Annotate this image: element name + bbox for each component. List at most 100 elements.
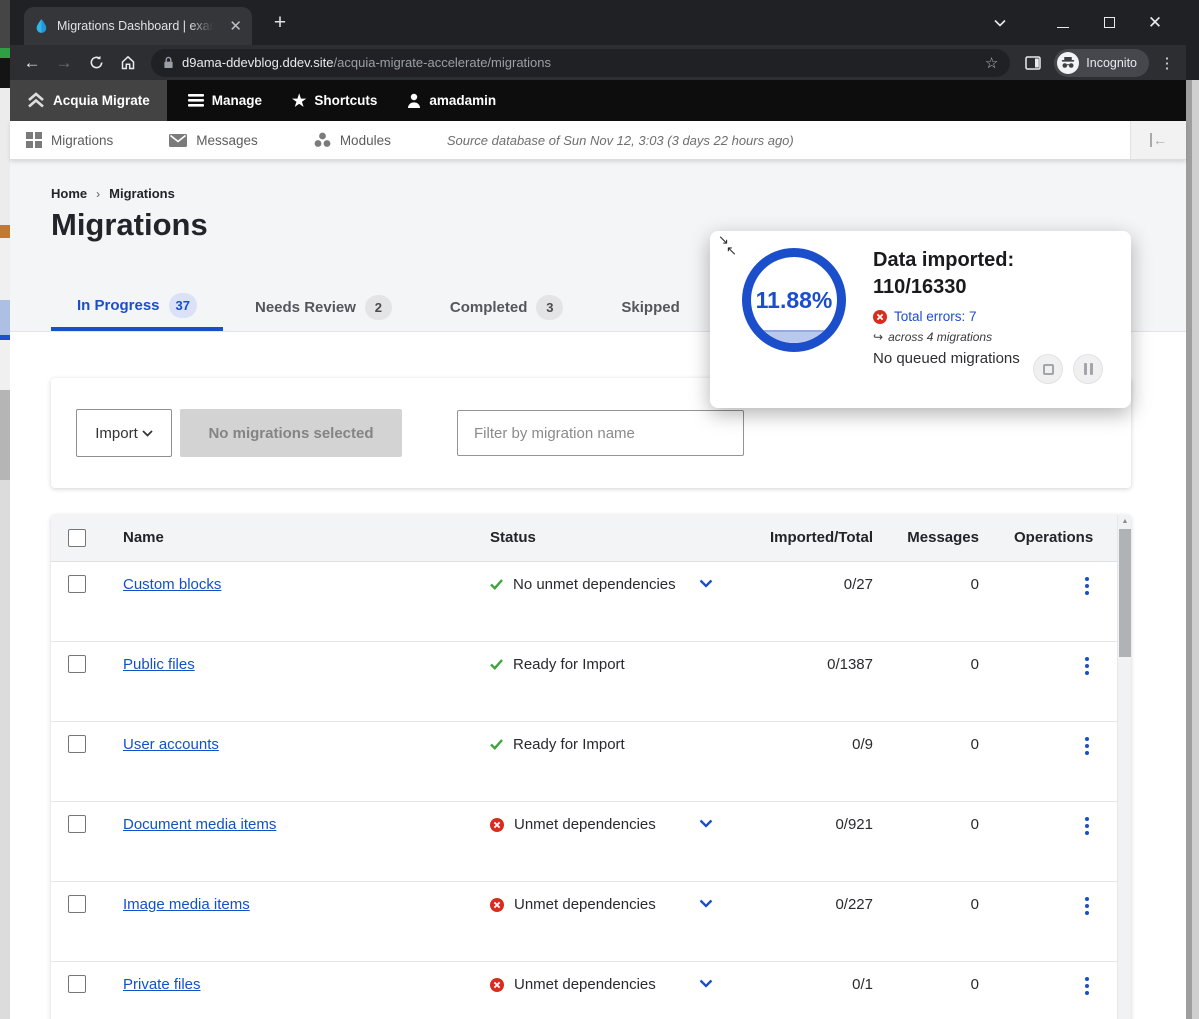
- toolbar-item-messages[interactable]: Messages: [153, 121, 274, 159]
- header-status: Status: [490, 529, 536, 546]
- across-migrations-note: ↪ across 4 migrations: [873, 330, 1123, 344]
- drupal-admin-toolbar: Acquia Migrate Manage ★ Shortcuts amadam…: [10, 80, 1186, 121]
- migration-link[interactable]: Image media items: [123, 896, 250, 913]
- grid-icon: [26, 132, 42, 148]
- pause-button[interactable]: [1073, 354, 1103, 384]
- tab-count-badge: 3: [536, 295, 563, 320]
- toolbar-item-modules[interactable]: Modules: [298, 121, 407, 159]
- scrollbar-up-arrow-icon[interactable]: ▲: [1118, 518, 1132, 525]
- header-operations: Operations: [1014, 529, 1093, 546]
- row-checkbox[interactable]: [68, 815, 86, 833]
- source-database-note: Source database of Sun Nov 12, 3:03 (3 d…: [447, 133, 794, 148]
- drupal-secondary-toolbar: Migrations Messages Modules Source datab…: [10, 121, 1186, 160]
- table-row: Private files Unmet dependencies 0/1 0: [51, 962, 1131, 1019]
- toolbar-collapse-button[interactable]: ←: [1130, 121, 1186, 159]
- select-all-checkbox[interactable]: [68, 529, 86, 547]
- breadcrumb-separator: ›: [96, 187, 100, 201]
- row-checkbox[interactable]: [68, 575, 86, 593]
- operations-kebab-icon[interactable]: [1079, 815, 1095, 837]
- no-migrations-selected-button: No migrations selected: [180, 409, 402, 457]
- chevron-down-icon[interactable]: [699, 819, 713, 828]
- table-row: Document media items Unmet dependencies …: [51, 802, 1131, 882]
- acquia-migrate-button[interactable]: Acquia Migrate: [10, 80, 167, 121]
- resize-arrows-icon[interactable]: ↘↖: [718, 234, 737, 256]
- tab-in-progress[interactable]: In Progress 37: [51, 283, 223, 331]
- check-icon: [490, 579, 503, 590]
- new-tab-button[interactable]: +: [268, 11, 292, 35]
- shortcuts-button[interactable]: ★ Shortcuts: [277, 80, 392, 121]
- chevron-down-icon[interactable]: [699, 979, 713, 988]
- manage-button[interactable]: Manage: [173, 80, 277, 121]
- browser-window: Migrations Dashboard | example ✕ + ✕ ← →…: [10, 0, 1186, 1019]
- toolbar-item-migrations[interactable]: Migrations: [10, 121, 129, 159]
- migration-tabs: In Progress 37 Needs Review 2 Completed …: [51, 283, 712, 331]
- browser-toolbar: ← → d9ama-ddevblog.ddev.site/acquia-migr…: [10, 45, 1186, 80]
- table-scrollbar[interactable]: ▲: [1117, 515, 1131, 1019]
- browser-tab-strip: Migrations Dashboard | example ✕ + ✕: [10, 0, 1186, 45]
- side-panel-icon[interactable]: [1018, 49, 1048, 77]
- close-button[interactable]: ✕: [1132, 13, 1178, 33]
- browser-menu-icon[interactable]: ⋮: [1155, 54, 1179, 72]
- migration-link[interactable]: User accounts: [123, 736, 219, 753]
- scrollbar-thumb[interactable]: [1119, 529, 1131, 657]
- table-row: Image media items Unmet dependencies 0/2…: [51, 882, 1131, 962]
- reload-icon[interactable]: [81, 49, 111, 77]
- tab-skipped[interactable]: Skipped: [595, 283, 705, 331]
- import-dropdown-button[interactable]: Import: [76, 409, 172, 457]
- error-icon: [490, 978, 504, 992]
- row-checkbox[interactable]: [68, 895, 86, 913]
- total-errors-link[interactable]: Total errors: 7: [873, 309, 1123, 324]
- acquia-logo-icon: [27, 92, 45, 109]
- page-title: Migrations: [51, 207, 208, 243]
- tab-close-icon[interactable]: ✕: [229, 19, 242, 34]
- tab-search-icon[interactable]: [994, 19, 1040, 27]
- address-bar[interactable]: d9ama-ddevblog.ddev.site/acquia-migrate-…: [151, 49, 1010, 77]
- home-icon[interactable]: [113, 49, 143, 77]
- modules-icon: [314, 132, 331, 148]
- error-icon: [490, 818, 504, 832]
- chevron-down-icon[interactable]: [699, 579, 713, 588]
- operations-kebab-icon[interactable]: [1079, 655, 1095, 677]
- background-window-right: [1186, 0, 1199, 1019]
- operations-kebab-icon[interactable]: [1079, 895, 1095, 917]
- maximize-button[interactable]: [1086, 15, 1132, 31]
- row-checkbox[interactable]: [68, 735, 86, 753]
- tab-count-badge: 2: [365, 295, 392, 320]
- chevron-down-icon[interactable]: [699, 899, 713, 908]
- migration-link[interactable]: Document media items: [123, 816, 276, 833]
- user-icon: [407, 93, 421, 108]
- breadcrumb-home-link[interactable]: Home: [51, 186, 87, 201]
- bookmark-star-icon[interactable]: ☆: [985, 54, 998, 72]
- error-icon: [490, 898, 504, 912]
- operations-kebab-icon[interactable]: [1079, 975, 1095, 997]
- envelope-icon: [169, 134, 187, 147]
- migration-link[interactable]: Public files: [123, 656, 195, 673]
- drupal-favicon: [34, 18, 49, 34]
- breadcrumb-current: Migrations: [109, 186, 175, 201]
- tab-completed[interactable]: Completed 3: [424, 283, 590, 331]
- row-checkbox[interactable]: [68, 655, 86, 673]
- progress-ring: 11.88%: [742, 248, 846, 352]
- browser-tab[interactable]: Migrations Dashboard | example ✕: [24, 7, 252, 45]
- migration-link[interactable]: Custom blocks: [123, 576, 221, 593]
- progress-percent: 11.88%: [751, 257, 837, 343]
- minimize-button[interactable]: [1040, 15, 1086, 31]
- row-checkbox[interactable]: [68, 975, 86, 993]
- operations-kebab-icon[interactable]: [1079, 735, 1095, 757]
- forward-icon[interactable]: →: [49, 49, 79, 77]
- migration-link[interactable]: Private files: [123, 976, 201, 993]
- filter-migration-input[interactable]: [457, 410, 744, 456]
- migrations-page: Home › Migrations Migrations In Progress…: [10, 160, 1186, 1019]
- error-icon: [873, 310, 887, 324]
- import-progress-overlay: ↘↖ 11.88% Data imported: 110/16330 Total…: [710, 231, 1131, 408]
- stop-button[interactable]: [1033, 354, 1063, 384]
- header-name: Name: [123, 529, 164, 546]
- tab-needs-review[interactable]: Needs Review 2: [229, 283, 418, 331]
- incognito-badge: Incognito: [1054, 49, 1149, 77]
- chevron-down-icon: [142, 430, 153, 437]
- pause-icon: [1084, 363, 1093, 375]
- operations-kebab-icon[interactable]: [1079, 575, 1095, 597]
- back-icon[interactable]: ←: [17, 49, 47, 77]
- user-menu-button[interactable]: amadamin: [392, 80, 511, 121]
- header-messages: Messages: [891, 529, 979, 546]
